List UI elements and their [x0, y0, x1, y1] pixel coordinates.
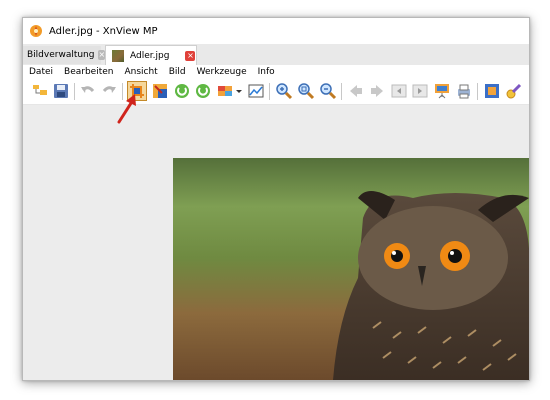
color-adjust-icon[interactable] [216, 82, 234, 100]
fullscreen-icon[interactable] [483, 82, 501, 100]
chevron-down-icon[interactable] [235, 82, 243, 100]
tab-bildverwaltung[interactable]: Bildverwaltung × [23, 46, 106, 64]
tab-label: Adler.jpg [130, 50, 170, 61]
browser-icon[interactable] [31, 82, 49, 100]
owl-photo [173, 158, 529, 380]
toolbar [23, 79, 529, 105]
undo-icon[interactable] [79, 82, 97, 100]
zoom-in-icon[interactable] [275, 82, 293, 100]
xnview-logo-icon [30, 25, 42, 37]
annotation-arrow-icon [117, 94, 136, 124]
rotate-right-icon[interactable] [194, 82, 212, 100]
menu-bearbeiten[interactable]: Bearbeiten [64, 67, 113, 77]
save-icon[interactable] [52, 82, 70, 100]
resize-icon[interactable] [151, 82, 169, 100]
menu-info[interactable]: Info [258, 67, 275, 77]
zoom-fit-icon[interactable] [297, 82, 315, 100]
image-viewer-canvas[interactable] [23, 105, 529, 380]
last-icon[interactable] [411, 82, 429, 100]
rotate-left-icon[interactable] [173, 82, 191, 100]
histogram-icon[interactable] [247, 82, 265, 100]
window-title: Adler.jpg - XnView MP [49, 25, 158, 37]
app-window: Adler.jpg - XnView MP Bildverwaltung × A… [22, 17, 530, 381]
zoom-out-icon[interactable] [319, 82, 337, 100]
image-thumbnail-icon [112, 49, 124, 62]
menu-ansicht[interactable]: Ansicht [124, 67, 157, 77]
toolbar-separator [269, 83, 270, 100]
toolbar-separator [341, 83, 342, 100]
settings-icon[interactable] [505, 82, 523, 100]
slideshow-icon[interactable] [433, 82, 451, 100]
next-icon[interactable] [368, 82, 386, 100]
toolbar-separator [477, 83, 478, 100]
menu-bar: Datei Bearbeiten Ansicht Bild Werkzeuge … [23, 65, 529, 79]
print-icon[interactable] [455, 82, 473, 100]
first-icon[interactable] [390, 82, 408, 100]
tab-label: Bildverwaltung [27, 50, 95, 60]
previous-icon[interactable] [347, 82, 365, 100]
close-icon[interactable]: × [185, 50, 196, 61]
tab-adler[interactable]: Adler.jpg × [105, 45, 197, 65]
tab-bar: Bildverwaltung × Adler.jpg × [23, 44, 529, 66]
toolbar-separator [74, 83, 75, 100]
menu-bild[interactable]: Bild [169, 67, 186, 77]
menu-datei[interactable]: Datei [29, 67, 53, 77]
title-bar: Adler.jpg - XnView MP [23, 18, 529, 44]
menu-werkzeuge[interactable]: Werkzeuge [197, 67, 247, 77]
